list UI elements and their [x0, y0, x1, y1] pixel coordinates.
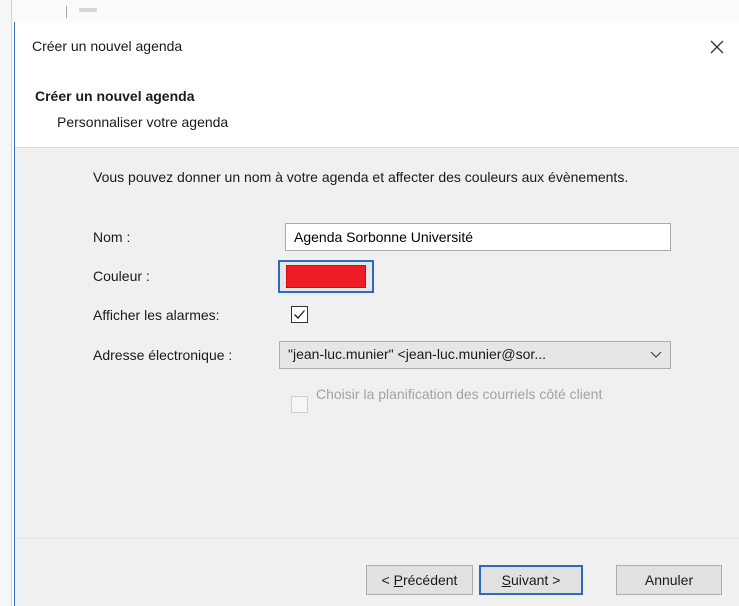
dialog-titlebar: Créer un nouvel agenda — [15, 22, 739, 72]
close-button[interactable] — [695, 22, 739, 72]
new-calendar-dialog: Créer un nouvel agenda Créer un nouvel a… — [14, 22, 739, 606]
previous-button[interactable]: < Précédent — [366, 565, 473, 595]
background-app-edge — [0, 0, 12, 606]
wizard-subtitle: Personnaliser votre agenda — [57, 114, 229, 130]
calendar-name-input[interactable] — [285, 223, 671, 251]
wizard-title: Créer un nouvel agenda — [35, 88, 195, 104]
footer-divider — [15, 538, 739, 539]
show-alarms-checkbox[interactable] — [291, 306, 308, 323]
email-selected-value: "jean-luc.munier" <jean-luc.munier@sor..… — [288, 346, 546, 362]
dialog-title: Créer un nouvel agenda — [32, 38, 183, 54]
next-button-rest: uivant > — [510, 572, 561, 588]
client-scheduling-label: Choisir la planification des courriels c… — [316, 386, 603, 402]
cancel-button[interactable]: Annuler — [616, 565, 722, 595]
close-icon — [710, 40, 724, 54]
color-swatch — [286, 265, 366, 288]
email-label: Adresse électronique : — [93, 347, 233, 363]
email-address-select[interactable]: "jean-luc.munier" <jean-luc.munier@sor..… — [279, 341, 671, 369]
previous-button-rest: récédent — [402, 572, 458, 588]
name-label: Nom : — [93, 229, 131, 245]
background-app-fragment — [66, 6, 97, 18]
background-app-strip — [0, 0, 739, 22]
previous-button-accel: P — [393, 572, 403, 588]
wizard-header: Créer un nouvel agenda Personnaliser vot… — [15, 72, 739, 148]
color-picker-button[interactable] — [278, 260, 374, 293]
next-button[interactable]: Suivant > — [479, 565, 583, 595]
color-label: Couleur : — [93, 268, 150, 284]
previous-button-prefix: < — [381, 572, 394, 588]
chevron-down-icon — [650, 351, 662, 358]
intro-text: Vous pouvez donner un nom à votre agenda… — [93, 169, 629, 185]
client-scheduling-checkbox[interactable] — [291, 396, 308, 413]
checkmark-icon — [294, 310, 305, 319]
next-button-accel: S — [501, 572, 511, 588]
alarms-label: Afficher les alarmes: — [93, 307, 220, 323]
